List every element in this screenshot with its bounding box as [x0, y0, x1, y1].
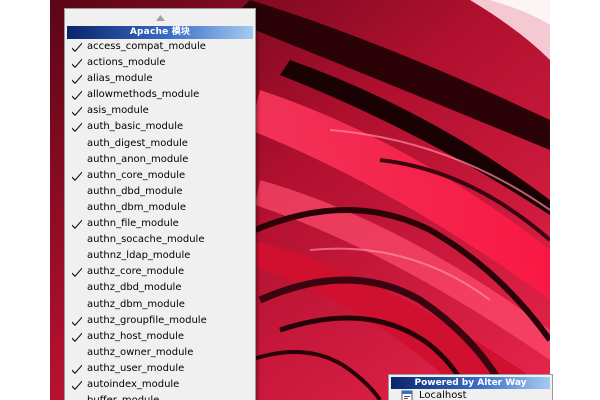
- module-label: asis_module: [87, 105, 149, 117]
- module-label: authn_file_module: [87, 218, 179, 230]
- module-menu-item[interactable]: autoindex_module: [65, 377, 255, 393]
- checkmark-icon: [72, 332, 82, 342]
- module-menu-item[interactable]: auth_basic_module: [65, 119, 255, 135]
- menu-item-localhost[interactable]: Localhost: [389, 389, 552, 400]
- module-menu-item[interactable]: authz_user_module: [65, 361, 255, 377]
- checkmark-icon: [72, 171, 82, 181]
- module-label: authz_user_module: [87, 362, 185, 374]
- module-menu-item[interactable]: authn_core_module: [65, 168, 255, 184]
- module-menu-item[interactable]: authn_file_module: [65, 216, 255, 232]
- module-menu-item[interactable]: authn_anon_module: [65, 152, 255, 168]
- module-label: authn_anon_module: [87, 153, 189, 165]
- menu-scroll-up[interactable]: [65, 9, 255, 26]
- module-label: auth_digest_module: [87, 137, 188, 149]
- module-label: authnz_ldap_module: [87, 250, 191, 262]
- module-label: authn_core_module: [87, 169, 186, 181]
- server-icon: [401, 390, 413, 400]
- checkmark-icon: [72, 74, 82, 85]
- checkmark-icon: [72, 316, 82, 326]
- module-label: actions_module: [87, 57, 166, 69]
- checkmark-icon: [72, 42, 82, 52]
- module-label: authz_dbd_module: [87, 282, 182, 294]
- module-label: buffer_module: [87, 395, 159, 400]
- checkmark-icon: [72, 106, 82, 117]
- module-label: access_compat_module: [87, 41, 206, 52]
- module-menu-item[interactable]: asis_module: [65, 103, 255, 119]
- module-label: alias_module: [87, 73, 153, 85]
- module-menu-item[interactable]: access_compat_module: [65, 39, 255, 55]
- checkmark-icon: [72, 380, 82, 390]
- module-menu-item[interactable]: actions_module: [65, 55, 255, 71]
- module-menu-item[interactable]: buffer_module: [65, 393, 255, 400]
- checkmark-icon: [72, 364, 82, 374]
- menu-item-localhost-label: Localhost: [419, 390, 467, 400]
- triangle-up-icon: [155, 14, 165, 21]
- module-label: authn_socache_module: [87, 234, 205, 246]
- apache-modules-menu: Apache 模块 access_compat_module actions_mo…: [64, 8, 256, 400]
- module-menu-item[interactable]: authz_core_module: [65, 264, 255, 280]
- module-label: authn_dbm_module: [87, 201, 186, 213]
- checkmark-icon: [72, 267, 82, 278]
- checkmark-icon: [72, 122, 82, 133]
- module-label: allowmethods_module: [87, 89, 200, 101]
- module-label: authz_owner_module: [87, 346, 194, 358]
- module-menu-item[interactable]: authz_host_module: [65, 329, 255, 345]
- module-label: authz_core_module: [87, 266, 185, 278]
- module-menu-item[interactable]: authnz_ldap_module: [65, 248, 255, 264]
- screen: Apache 模块 access_compat_module actions_mo…: [0, 0, 600, 400]
- wamp-tray-menu: Powered by Alter Way Localhost: [388, 374, 553, 400]
- module-menu-item[interactable]: authn_dbm_module: [65, 200, 255, 216]
- module-menu-item[interactable]: authz_dbm_module: [65, 297, 255, 313]
- tray-menu-title: Powered by Alter Way: [391, 377, 550, 389]
- module-menu-item[interactable]: authn_dbd_module: [65, 184, 255, 200]
- module-label: authz_dbm_module: [87, 298, 185, 310]
- module-menu-item[interactable]: authz_owner_module: [65, 345, 255, 361]
- module-label: autoindex_module: [87, 378, 180, 390]
- module-menu-item[interactable]: authz_groupfile_module: [65, 313, 255, 329]
- module-menu-item[interactable]: authz_dbd_module: [65, 280, 255, 296]
- menu-title: Apache 模块: [67, 26, 253, 39]
- module-label: authz_host_module: [87, 330, 185, 342]
- module-menu-item[interactable]: alias_module: [65, 71, 255, 87]
- module-menu-item[interactable]: allowmethods_module: [65, 87, 255, 103]
- checkmark-icon: [72, 58, 82, 69]
- module-label: auth_basic_module: [87, 121, 184, 133]
- checkmark-icon: [72, 219, 82, 230]
- module-menu-item[interactable]: authn_socache_module: [65, 232, 255, 248]
- module-label: authn_dbd_module: [87, 185, 183, 197]
- module-menu-item[interactable]: auth_digest_module: [65, 136, 255, 152]
- checkmark-icon: [72, 90, 82, 101]
- module-label: authz_groupfile_module: [87, 314, 207, 326]
- module-list: access_compat_module actions_module alias_…: [65, 39, 255, 400]
